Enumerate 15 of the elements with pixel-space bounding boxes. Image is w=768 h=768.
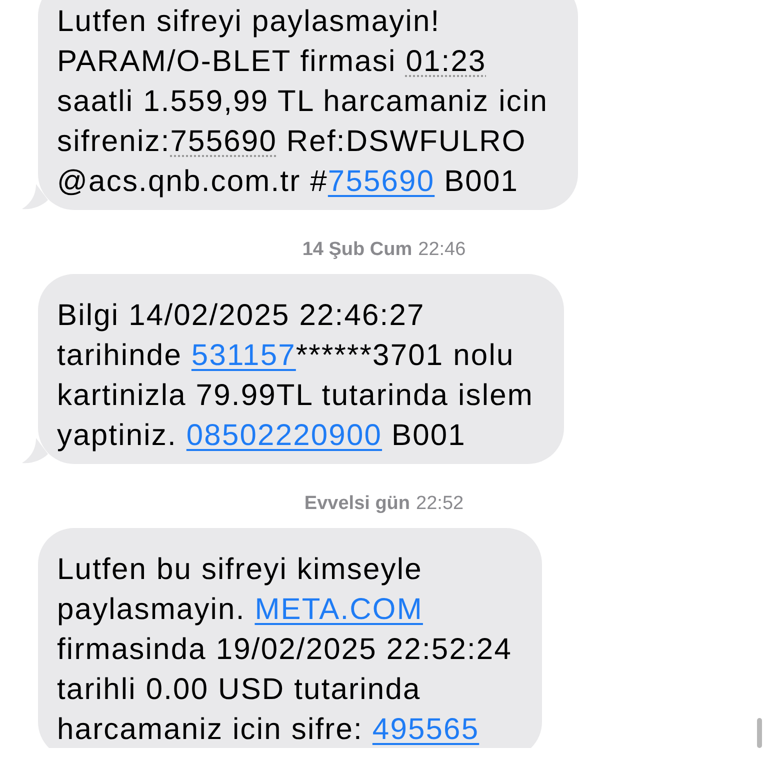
message-link[interactable]: 495565 xyxy=(372,713,480,746)
message-date: Evvelsi gün xyxy=(304,493,410,515)
message-link[interactable]: 08502220900 xyxy=(186,419,382,452)
scrollbar xyxy=(757,718,762,748)
message-link[interactable]: 755690 xyxy=(328,165,435,198)
message-text: Bilgi 14/02/2025 22:46:27 tarihinde 531157******3701 nolu kartinizla 79.99TL tutarinda islem yaptiniz. 08502220900 B001 xyxy=(57,298,534,454)
message-text: Lutfen bu sifreyi kimseyle paylasmayin. META.COM firmasinda 19/02/2025 22:52:24 tarihli 0.00 USD tutarinda harcamaniz icin sifre: 495565 xyxy=(57,552,512,748)
message-link[interactable]: 531157 xyxy=(191,339,296,372)
message-time: 22:46 xyxy=(418,239,466,261)
detected-data-link[interactable]: 755690 xyxy=(170,125,277,158)
detected-data-link[interactable]: 01:23 xyxy=(406,45,486,78)
message-date: 14 Şub Cum xyxy=(302,239,412,261)
message-link[interactable]: META.COM xyxy=(254,593,423,626)
message-text: Lutfen sifreyi paylasmayin! PARAM/O-BLET firmasi 01:23 saatli 1.559,99 TL harcamaniz icin sifreniz:755690 Ref:DSWFULRO @acs.qnb.com.tr #755690 B001 xyxy=(57,4,548,200)
message-time: 22:52 xyxy=(416,493,464,515)
